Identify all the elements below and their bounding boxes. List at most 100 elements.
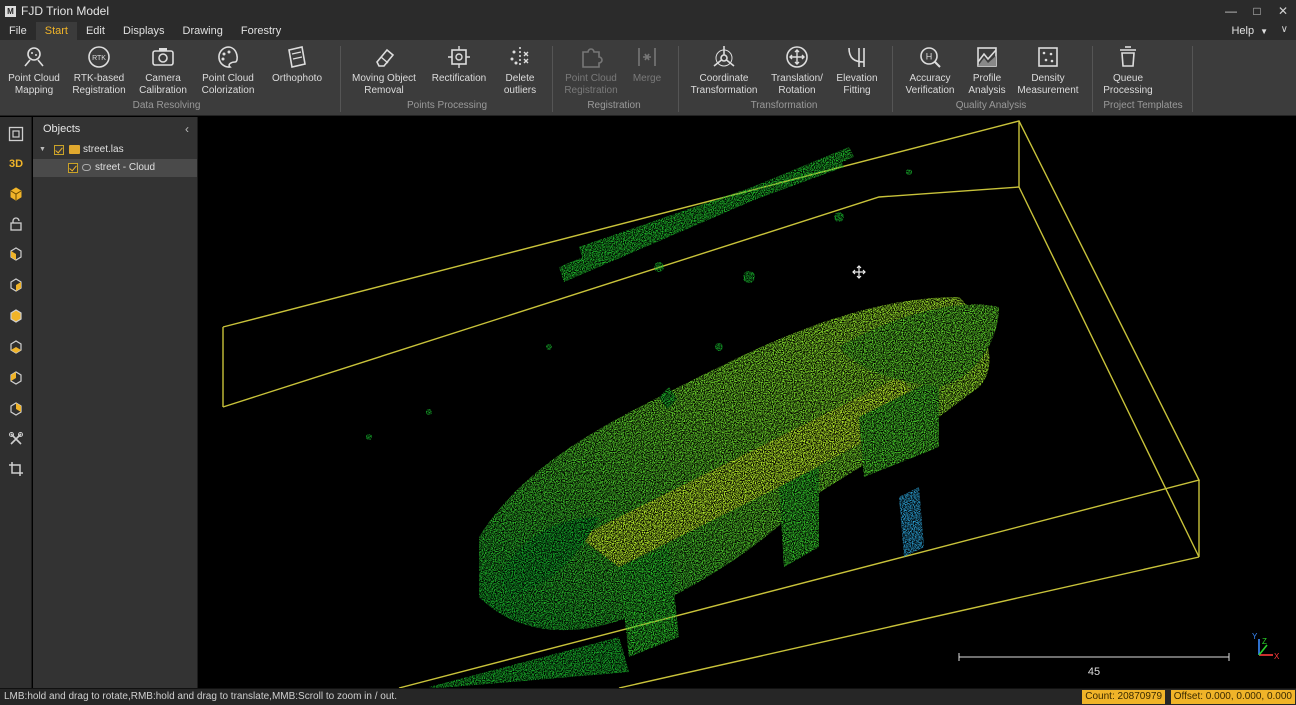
elevation-fitting-button[interactable]: Elevation Fitting	[832, 44, 882, 97]
expand-arrow-icon[interactable]: ▼	[39, 141, 46, 159]
camera-calibration-button[interactable]: Camera Calibration	[134, 44, 192, 97]
cube-view-button[interactable]	[6, 184, 26, 204]
ribbon-separator	[552, 46, 553, 112]
group-points-processing: Points Processing	[406, 100, 488, 111]
axis-z-label: Z	[1262, 637, 1267, 646]
measure-tools-icon	[9, 432, 23, 445]
merge-button[interactable]: Merge	[626, 44, 668, 85]
tree-checkbox[interactable]	[54, 145, 64, 155]
orthophoto-label: Orthophoto	[271, 73, 323, 84]
menu-file[interactable]: File	[0, 22, 36, 40]
status-bar: LMB:hold and drag to rotate,RMB:hold and…	[0, 688, 1296, 705]
right-view-button[interactable]	[6, 399, 26, 419]
front-view-button[interactable]	[6, 244, 26, 264]
ribbon: Point Cloud Mapping RTK RTK-based Regist…	[0, 40, 1296, 116]
minimize-icon[interactable]: —	[1218, 0, 1244, 22]
tree-item-label: street - Cloud	[95, 162, 156, 173]
queue-processing-button[interactable]: Queue Processing	[1100, 44, 1156, 97]
moving-object-removal-button[interactable]: Moving Object Removal	[350, 44, 418, 97]
point-cloud-colorization-label: Point Cloud Colorization	[201, 73, 255, 96]
objects-panel-title: Objects	[43, 123, 81, 135]
orthophoto-icon	[288, 46, 306, 68]
maximize-icon[interactable]: □	[1244, 0, 1270, 22]
coordinate-icon	[713, 46, 735, 67]
group-transformation: Transformation	[750, 100, 818, 111]
menu-start[interactable]: Start	[35, 22, 77, 40]
point-cloud-mapping-button[interactable]: Point Cloud Mapping	[4, 44, 64, 97]
density-icon	[1038, 47, 1058, 67]
rectification-button[interactable]: Rectification	[428, 44, 490, 85]
point-count-badge: Count: 20870979	[1082, 690, 1165, 704]
profile-icon	[977, 47, 997, 67]
move-cursor-icon	[852, 265, 866, 279]
3d-viewport[interactable]: 45 Y Z X	[199, 117, 1296, 688]
menu-edit[interactable]: Edit	[77, 22, 114, 40]
tree-checkbox[interactable]	[68, 163, 78, 173]
delete-outliers-button[interactable]: Delete outliers	[496, 44, 544, 97]
cube-view-icon	[10, 187, 22, 201]
bottom-view-icon	[10, 340, 22, 354]
density-measurement-label: Density Measurement	[1017, 73, 1079, 96]
crop-icon	[9, 462, 23, 476]
accuracy-verification-button[interactable]: H Accuracy Verification	[900, 44, 960, 97]
eraser-icon	[376, 48, 395, 67]
fit-view-button[interactable]	[6, 124, 26, 144]
delete-outliers-icon	[510, 47, 529, 67]
folder-icon	[69, 145, 80, 154]
palette-icon	[218, 46, 238, 68]
svg-text:H: H	[926, 52, 933, 62]
bottom-view-button[interactable]	[6, 337, 26, 357]
3d-mode-icon[interactable]: 3D	[6, 154, 26, 174]
group-quality-analysis: Quality Analysis	[955, 100, 1027, 111]
top-view-button[interactable]	[6, 306, 26, 326]
menu-drawing[interactable]: Drawing	[174, 22, 232, 40]
back-view-icon	[10, 278, 22, 292]
puzzle-icon	[582, 48, 603, 68]
orthophoto-button[interactable]: Orthophoto	[266, 44, 328, 85]
back-view-button[interactable]	[6, 275, 26, 295]
help-menu[interactable]: Help ▼	[1231, 22, 1268, 40]
left-view-button[interactable]	[6, 368, 26, 388]
delete-outliers-label: Delete outliers	[503, 73, 537, 96]
objects-panel: Objects ‹ ▼ street.las street - Cloud	[33, 117, 198, 688]
offset-badge: Offset: 0.000, 0.000, 0.000	[1170, 690, 1295, 704]
lock-icon	[10, 217, 22, 231]
objects-panel-header: Objects ‹	[33, 117, 197, 141]
window-controls: — □ ✕	[1218, 0, 1296, 22]
svg-text:RTK: RTK	[92, 55, 106, 62]
rectification-icon	[448, 46, 470, 68]
profile-analysis-button[interactable]: Profile Analysis	[962, 44, 1012, 97]
axis-gizmo: Y Z X	[1252, 632, 1280, 661]
close-icon[interactable]: ✕	[1270, 0, 1296, 22]
menu-displays[interactable]: Displays	[114, 22, 174, 40]
tree-item-street-cloud[interactable]: street - Cloud	[33, 159, 197, 177]
crop-button[interactable]	[6, 459, 26, 479]
right-view-icon	[10, 402, 22, 416]
lock-button[interactable]	[6, 214, 26, 234]
caret-down-icon: ▼	[1260, 27, 1268, 36]
top-view-icon	[10, 309, 22, 323]
measure-tools-button[interactable]	[6, 429, 26, 449]
collapse-ribbon-icon[interactable]: ∨	[1281, 24, 1288, 35]
chevron-left-icon[interactable]: ‹	[185, 117, 189, 141]
rtk-registration-button[interactable]: RTK RTK-based Registration	[68, 44, 130, 97]
cloud-icon	[82, 164, 91, 171]
point-cloud-colorization-button[interactable]: Point Cloud Colorization	[197, 44, 259, 97]
axis-x-label: X	[1274, 652, 1280, 661]
camera-calibration-label: Camera Calibration	[139, 73, 187, 96]
camera-icon	[152, 48, 174, 66]
app-logo-icon: M	[5, 5, 16, 17]
coordinate-transformation-button[interactable]: Coordinate Transformation	[686, 44, 762, 97]
menu-forestry[interactable]: Forestry	[232, 22, 290, 40]
viewport-canvas[interactable]: 45 Y Z X	[199, 117, 1296, 688]
translation-rotation-button[interactable]: Translation/ Rotation	[766, 44, 828, 97]
density-measurement-button[interactable]: Density Measurement	[1014, 44, 1082, 97]
elevation-fitting-label: Elevation Fitting	[836, 73, 878, 96]
point-cloud-registration-button[interactable]: Point Cloud Registration	[558, 44, 624, 97]
tree-item-street-las[interactable]: ▼ street.las	[33, 141, 197, 159]
ribbon-separator	[892, 46, 893, 112]
ribbon-separator	[1192, 46, 1193, 112]
queue-icon	[1120, 46, 1136, 67]
queue-processing-label: Queue Processing	[1103, 73, 1153, 96]
front-view-icon	[10, 247, 22, 261]
